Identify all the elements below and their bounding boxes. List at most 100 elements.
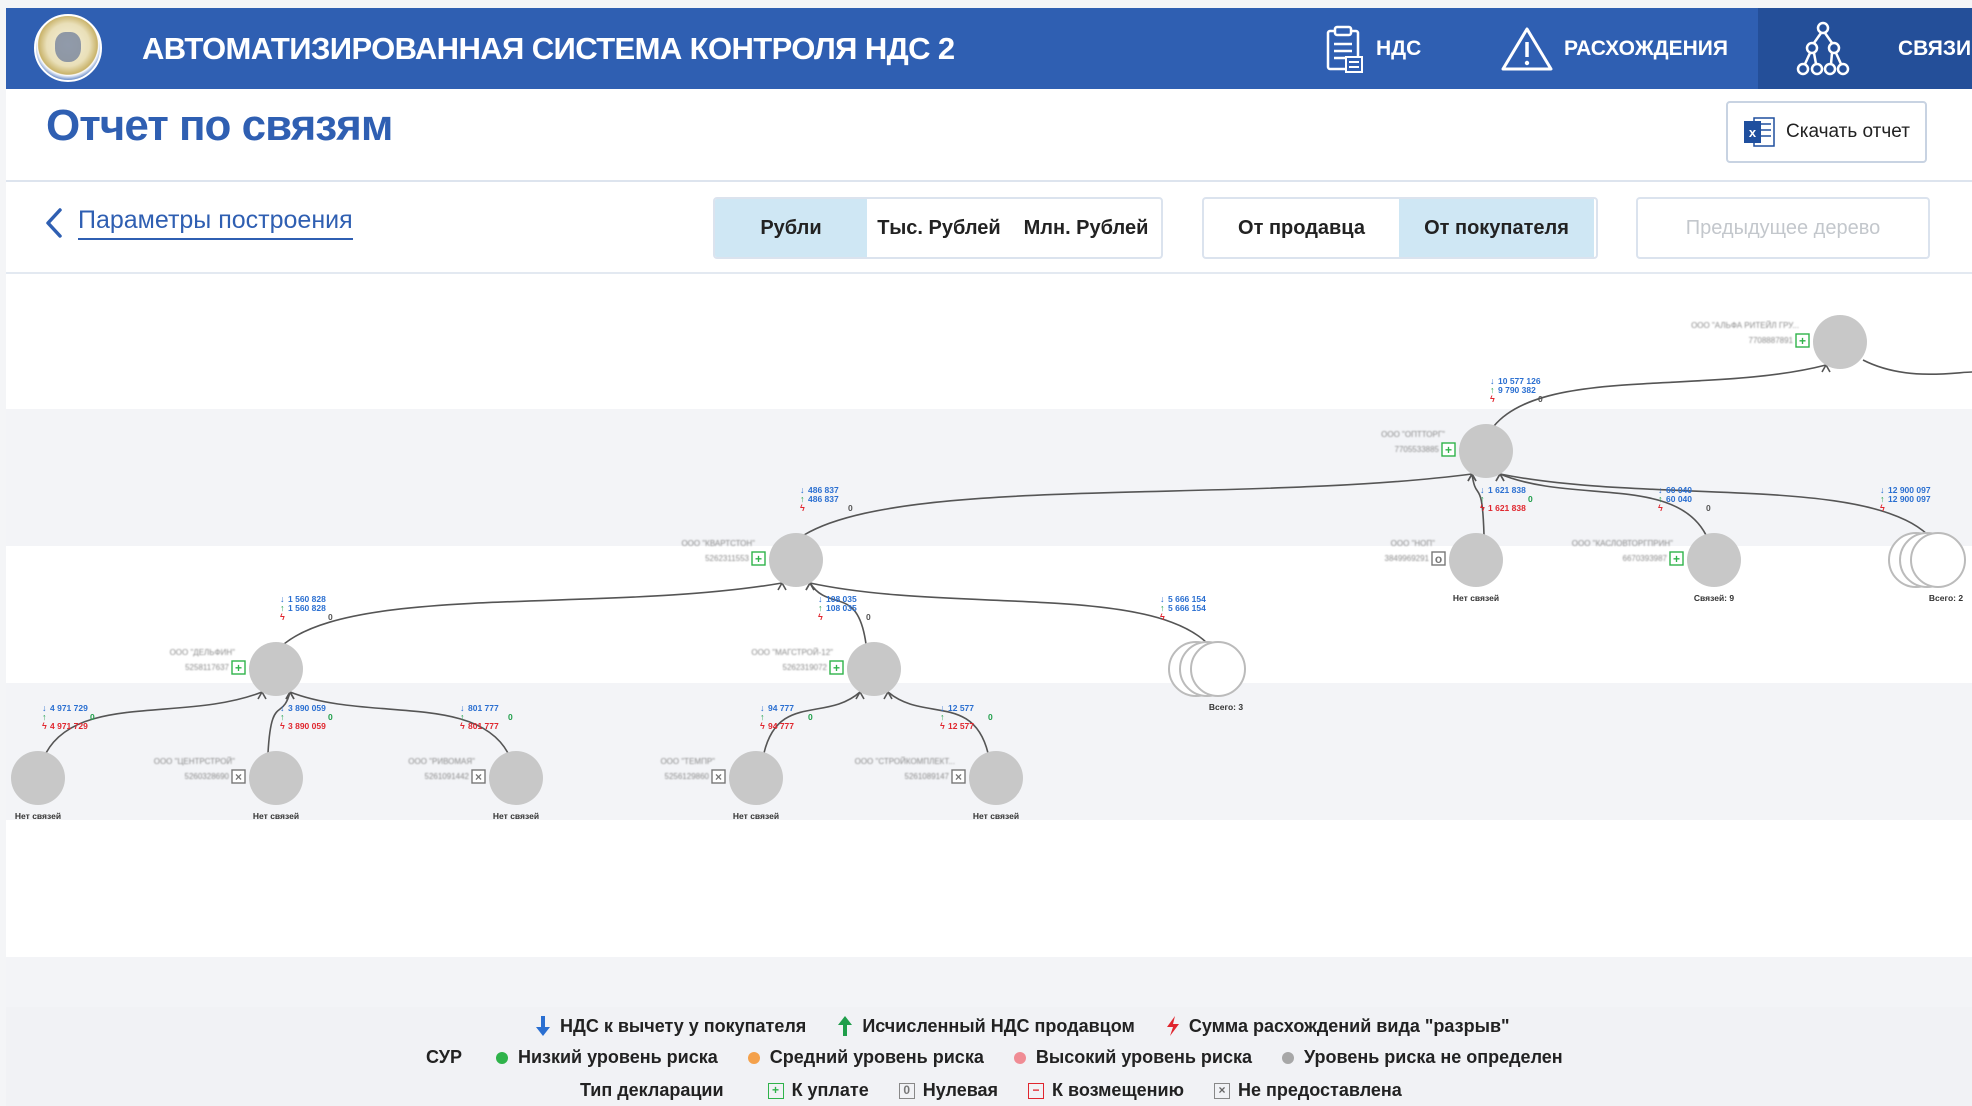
- edge-amount-value: 0: [866, 612, 871, 622]
- declaration-type-symbol: ×: [715, 770, 722, 784]
- clipboard-icon: [1326, 25, 1363, 73]
- arrow-down-icon: [536, 1016, 550, 1036]
- plus-box-icon: +: [767, 1082, 784, 1099]
- tree-node[interactable]: ООО "ОПТТОРГ" 7705533885 +: [1381, 424, 1513, 478]
- edge-amounts: ↓ 108 035↑ 108 035ϟ 0: [818, 594, 871, 622]
- tree-node[interactable]: ООО "НОП" 3849969291 o Нет связей: [1385, 533, 1504, 603]
- fns-emblem-logo: [34, 14, 102, 82]
- node-inn: 5260328690: [185, 772, 230, 781]
- edge-amount-value: 5 666 154: [1168, 603, 1206, 613]
- tree-edge: [267, 691, 291, 754]
- tree-node[interactable]: ООО "ДЕЛЬФИН" 5258117637 +: [170, 642, 303, 696]
- lightning-icon: ϟ: [280, 721, 285, 731]
- node-name: ООО "МАГСТРОЙ-12": [751, 648, 833, 657]
- build-parameters-link[interactable]: Параметры построения: [44, 206, 353, 240]
- tree-node[interactable]: Всего: 3: [1168, 641, 1246, 712]
- edge-amount-value: 94 777: [768, 703, 794, 713]
- edge-amount-value: 801 777: [468, 721, 499, 731]
- tree-node[interactable]: ООО "КВАРТСТОН" 5262311553 +: [681, 533, 823, 587]
- node-inn: 6670393987: [1623, 554, 1668, 563]
- declaration-type-symbol: +: [1445, 443, 1452, 457]
- edge-amount-value: 0: [988, 712, 993, 722]
- tree-node[interactable]: ООО "СТРОЙКОМПЛЕКТ... 5261089147 × Нет связ…: [855, 751, 1023, 821]
- lightning-icon: ϟ: [42, 721, 47, 731]
- edge-amounts: ↓ 94 777↑ 0ϟ 94 777: [760, 703, 813, 731]
- node-circle: [249, 642, 303, 696]
- node-name: ООО "АЛЬФА РИТЕЙЛ ГРУ...: [1691, 321, 1799, 330]
- links-tree-canvas[interactable]: ↓ 10 577 126 ↑ 9 790 382 ϟ 0 ↓ 486 837 ↑ 486 837 ϟ…: [6, 272, 1972, 1007]
- lightning-icon: [1166, 1016, 1179, 1036]
- node-name: ООО "НОП": [1391, 539, 1435, 548]
- legend-decl-not-provided: × Не предоставлена: [1213, 1080, 1402, 1101]
- previous-tree-button[interactable]: Предыдущее дерево: [1636, 197, 1930, 259]
- group-node-circle: [1190, 641, 1246, 697]
- edge-amount-value: 12 900 097: [1888, 494, 1931, 504]
- node-caption: Связей: 9: [1694, 593, 1734, 603]
- edge-amounts: ↓ 60 040↑ 60 040ϟ 0: [1658, 485, 1711, 513]
- legend-risk-medium: Средний уровень риска: [747, 1047, 984, 1068]
- tree-node[interactable]: Нет связей: [11, 751, 65, 821]
- node-name: ООО "СТРОЙКОМПЛЕКТ...: [855, 757, 955, 766]
- edge-amount-value: 0: [808, 712, 813, 722]
- legend-risk-title: СУР: [426, 1047, 462, 1067]
- edge-amount-value: 0: [1706, 503, 1711, 513]
- links-tree: ↓ 10 577 126↑ 9 790 382ϟ 0↓ 486 837↑ 486 837ϟ…: [11, 315, 1972, 821]
- node-name: ООО "ОПТТОРГ": [1381, 430, 1445, 439]
- node-caption: Нет связей: [733, 811, 779, 821]
- declaration-type-symbol: +: [235, 661, 242, 675]
- node-circle: [489, 751, 543, 805]
- tree-node[interactable]: ООО "КАСЛОВТОРГПРИН" 6670393987 + Связей: 9: [1572, 533, 1741, 603]
- declaration-type-symbol: +: [833, 661, 840, 675]
- legend-risk-row: СУР Низкий уровень риска Средний уровень…: [426, 1047, 1593, 1068]
- edge-amount-value: 0: [1528, 494, 1533, 504]
- nav-item-discrepancies[interactable]: РАСХОЖДЕНИЯ: [1500, 8, 1728, 89]
- nav-item-label: РАСХОЖДЕНИЯ: [1564, 36, 1728, 60]
- edge-amount-value: 60 040: [1666, 494, 1692, 504]
- units-rubles-button[interactable]: Рубли: [715, 199, 867, 257]
- download-report-button[interactable]: x Скачать отчет: [1726, 101, 1927, 163]
- legend: НДС к вычету у покупателя Исчисленный НД…: [6, 1007, 1972, 1106]
- from-seller-button[interactable]: От продавца: [1204, 199, 1399, 257]
- node-caption: Нет связей: [973, 811, 1019, 821]
- edge-amounts: ↓ 3 890 059↑ 0ϟ 3 890 059: [280, 703, 333, 731]
- group-node-circle: [1910, 532, 1966, 588]
- cross-box-icon: ×: [1213, 1082, 1230, 1099]
- node-inn: 3849969291: [1385, 554, 1430, 563]
- edge-amounts: ↓ 486 837↑ 486 837ϟ 0: [800, 485, 853, 513]
- node-name: ООО "РИВОМАЯ": [408, 757, 475, 766]
- units-thousand-rubles-button[interactable]: Тыс. Рублей: [867, 199, 1011, 257]
- zero-box-icon: 0: [898, 1082, 915, 1099]
- edge-amount-value: 0: [328, 712, 333, 722]
- edge-amount-value: 0: [1538, 394, 1543, 404]
- app-title: АВТОМАТИЗИРОВАННАЯ СИСТЕМА КОНТРОЛЯ НДС …: [142, 31, 955, 66]
- lightning-icon: ϟ: [1490, 394, 1495, 404]
- lightning-icon: ϟ: [460, 721, 465, 731]
- tree-node[interactable]: ООО "РИВОМАЯ" 5261091442 × Нет связей: [408, 751, 543, 821]
- tree-node[interactable]: ООО "АЛЬФА РИТЕЙЛ ГРУ... 7708887891 +: [1691, 315, 1867, 369]
- lightning-icon: ϟ: [940, 721, 945, 731]
- excel-icon: x: [1742, 115, 1776, 149]
- node-circle: [847, 642, 901, 696]
- edge-amount-value: 1 621 838: [1488, 485, 1526, 495]
- nav-item-links[interactable]: СВЯЗИ: [1758, 8, 1972, 89]
- legend-declaration-row: Тип декларации + К уплате 0 Нулевая − К воз…: [580, 1080, 1432, 1101]
- units-million-rubles-button[interactable]: Млн. Рублей: [1011, 199, 1161, 257]
- legend-declaration-title: Тип декларации: [580, 1080, 724, 1100]
- page-title: Отчет по связям: [46, 101, 393, 150]
- tree-edge: [1499, 473, 1929, 536]
- edge-amounts: ↓ 12 900 097↑ 12 900 097ϟ: [1880, 485, 1931, 513]
- node-inn: 5262311553: [705, 554, 749, 563]
- tree-node[interactable]: ООО "ЦЕНТРСТРОЙ" 5260328690 × Нет связей: [154, 751, 303, 821]
- edge-amount-value: 12 577: [948, 721, 974, 731]
- tree-node[interactable]: ООО "МАГСТРОЙ-12" 5262319072 +: [751, 642, 901, 696]
- node-name: ООО "КАСЛОВТОРГПРИН": [1572, 539, 1673, 548]
- legend-decl-zero: 0 Нулевая: [898, 1080, 998, 1101]
- tree-node[interactable]: ООО "ТЕМПР" 5256129860 × Нет связей: [660, 751, 783, 821]
- lightning-icon: ϟ: [280, 612, 285, 622]
- from-buyer-button[interactable]: От покупателя: [1399, 199, 1594, 257]
- minus-box-icon: −: [1028, 1082, 1045, 1099]
- nav-item-nds[interactable]: НДС: [1322, 8, 1421, 89]
- tree-node[interactable]: Всего: 2: [1888, 532, 1966, 603]
- node-inn: 5262319072: [783, 663, 828, 672]
- node-inn: 5261089147: [905, 772, 950, 781]
